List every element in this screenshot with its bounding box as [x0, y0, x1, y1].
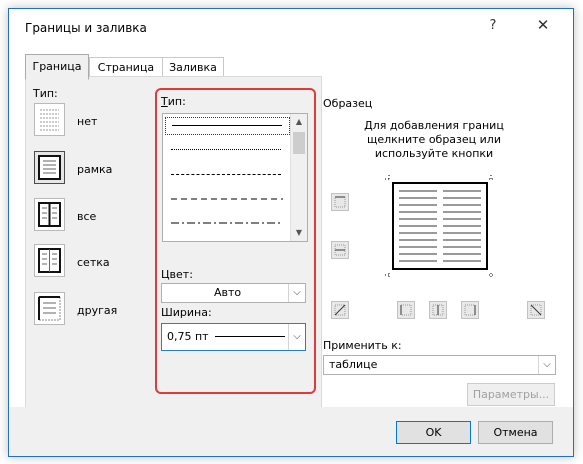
tab-border-label: Граница	[32, 60, 82, 73]
right-border-button[interactable]	[461, 301, 479, 319]
preview-hint-line3: используйте кнопки	[374, 147, 494, 160]
color-select[interactable]: Авто ⌵	[161, 283, 306, 303]
solid-line-sample	[172, 125, 282, 126]
cancel-button[interactable]: Отмена	[478, 421, 553, 444]
border-top-icon	[334, 196, 346, 208]
tab-page[interactable]: Страница	[89, 57, 163, 78]
help-button[interactable]: ?	[485, 18, 501, 36]
ok-button[interactable]: OK	[396, 421, 471, 444]
color-value: Авто	[214, 286, 242, 299]
type-header: Тип:	[33, 87, 58, 100]
preset-none-label: нет	[77, 115, 98, 128]
middle-horizontal-border-button[interactable]	[331, 241, 349, 259]
dotted-line-sample[interactable]	[171, 149, 281, 150]
chevron-down-icon[interactable]: ⌵	[288, 324, 305, 350]
borders-shading-dialog: Границы и заливка ? ✕ Граница Страница З…	[8, 8, 574, 457]
preview-header: Образец	[323, 97, 373, 110]
preset-grid-label: сетка	[77, 256, 110, 269]
preset-grid[interactable]	[34, 244, 65, 277]
border-box-icon	[38, 155, 61, 180]
line-style-selected[interactable]	[165, 117, 290, 135]
preset-box-label: рамка	[77, 163, 113, 176]
line-style-header-rest: ип:	[167, 95, 186, 108]
preset-all-label: все	[77, 210, 97, 223]
preview-hint-line1: Для добавления границ	[364, 119, 504, 132]
preview-area[interactable]	[385, 175, 495, 279]
preview-hint: Для добавления границ щелкните образец и…	[309, 119, 559, 161]
preset-custom-label: другая	[77, 304, 118, 317]
width-select[interactable]: 0,75 пт ⌵	[161, 323, 306, 351]
width-label: Ширина:	[161, 306, 212, 319]
border-none-icon	[40, 109, 59, 131]
border-diagonal-down-icon	[530, 304, 542, 316]
line-style-list[interactable]: ▲ ▼	[162, 113, 308, 242]
middle-vertical-border-button[interactable]	[429, 301, 447, 319]
width-value: 0,75 пт	[167, 330, 209, 343]
preset-box[interactable]	[34, 151, 65, 184]
tab-shading[interactable]: Заливка	[162, 57, 224, 78]
options-button[interactable]: Параметры...	[467, 383, 555, 406]
line-style-scrollbar[interactable]: ▲ ▼	[290, 114, 307, 241]
diagonal-down-border-button[interactable]	[527, 301, 545, 319]
diagonal-up-border-button[interactable]	[331, 301, 349, 319]
preview-hint-line2: щелкните образец или	[367, 133, 501, 146]
top-border-button[interactable]	[331, 193, 349, 211]
apply-to-value: таблице	[329, 358, 378, 371]
apply-to-select[interactable]: таблице ⌵	[323, 355, 556, 375]
dialog-title: Границы и заливка	[25, 21, 147, 35]
long-dash-line-sample[interactable]	[171, 198, 283, 201]
border-inside-vertical-icon	[432, 304, 444, 316]
scroll-up-arrow[interactable]: ▲	[291, 114, 307, 130]
preset-none[interactable]	[34, 103, 65, 136]
close-button[interactable]: ✕	[533, 16, 553, 36]
preset-custom[interactable]	[34, 292, 65, 325]
scroll-thumb[interactable]	[293, 132, 305, 154]
tab-page-label: Страница	[97, 61, 155, 74]
border-left-icon	[400, 304, 412, 316]
left-border-button[interactable]	[397, 301, 415, 319]
scroll-down-arrow[interactable]: ▼	[291, 225, 307, 241]
border-grid-icon	[38, 248, 61, 273]
border-custom-icon	[38, 296, 61, 321]
width-line-sample	[215, 336, 285, 337]
tab-border[interactable]: Граница	[25, 54, 89, 80]
border-all-icon	[38, 202, 61, 227]
border-diagonal-up-icon	[334, 304, 346, 316]
tab-shading-label: Заливка	[169, 61, 217, 74]
line-style-header: Тип:	[161, 95, 186, 108]
apply-to-label: Применить к:	[323, 339, 402, 352]
dash-dot-line-sample[interactable]	[171, 222, 283, 225]
chevron-down-icon[interactable]: ⌵	[288, 284, 305, 302]
color-label: Цвет:	[161, 268, 193, 281]
preview-table-icon	[385, 175, 495, 279]
title-bar: Границы и заливка ? ✕	[9, 9, 573, 47]
preset-all[interactable]	[34, 198, 65, 231]
border-inside-horizontal-icon	[334, 244, 346, 256]
border-right-icon	[464, 304, 476, 316]
chevron-down-icon[interactable]: ⌵	[538, 356, 555, 374]
dashed-line-sample[interactable]	[171, 174, 281, 175]
